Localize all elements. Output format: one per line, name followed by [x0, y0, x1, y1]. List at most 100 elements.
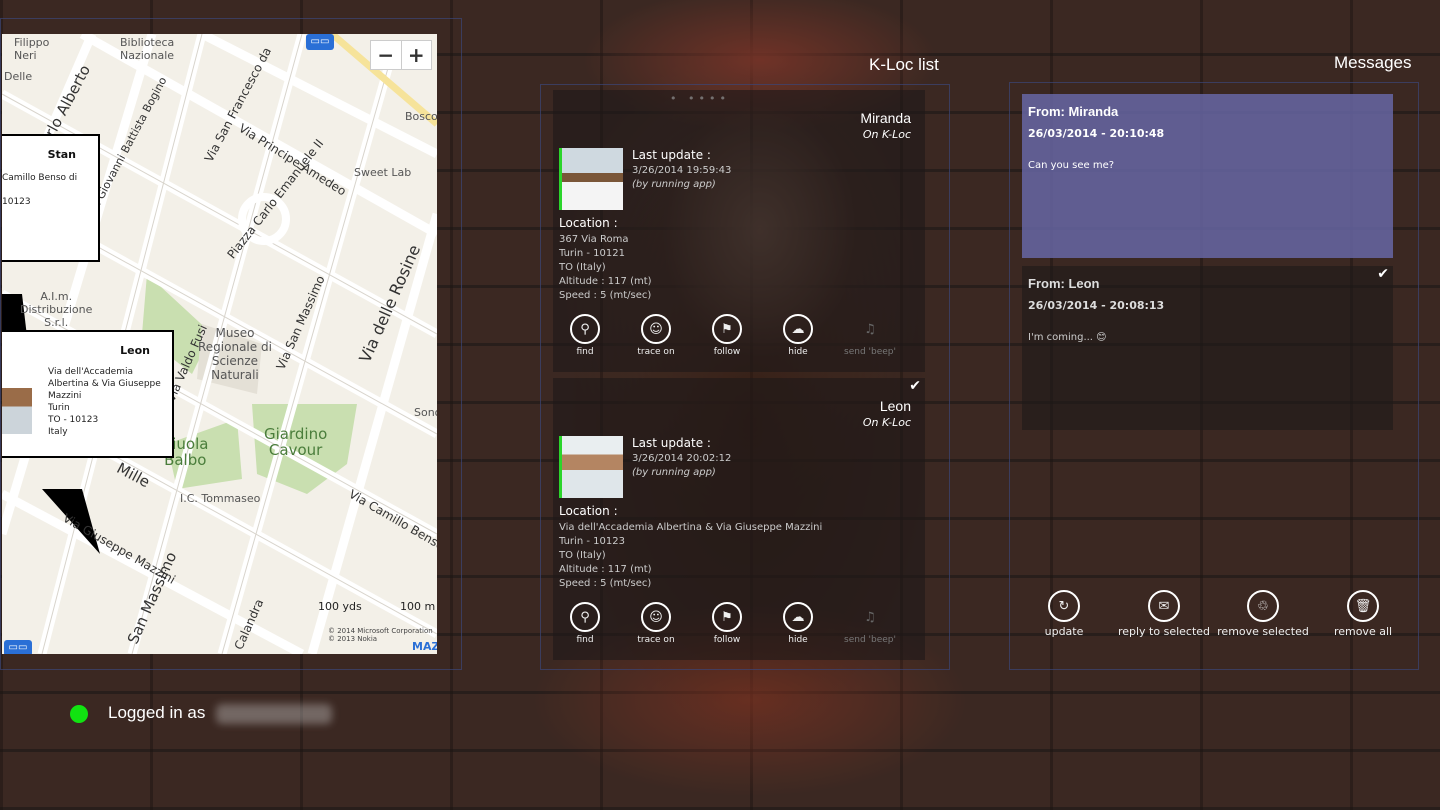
trace-on-label: trace on: [637, 347, 675, 357]
message-date: 26/03/2014 - 20:08:13: [1028, 299, 1165, 312]
follow-button[interactable]: ⚑ follow: [694, 314, 760, 357]
bus-stop-icon: ▭▭: [4, 640, 32, 654]
update-via: (by running app): [632, 467, 716, 478]
message-body: I'm coming... 😊: [1028, 332, 1107, 343]
location-line: Altitude : 117 (mt): [559, 564, 652, 575]
remove-selected-label: remove selected: [1217, 625, 1309, 638]
send-beep-button[interactable]: ♫ send 'beep': [837, 602, 903, 646]
trace-on-label: trace on: [637, 635, 675, 645]
username-redacted: [216, 704, 332, 724]
poi-label: Sono: [414, 406, 437, 419]
location-line: Turin - 10121: [559, 248, 625, 259]
location-line: Via dell'Accademia Albertina & Via Giuse…: [559, 522, 823, 533]
reply-label: reply to selected: [1117, 625, 1211, 638]
poi-label: Museo Regionale di Scienze Naturali: [198, 326, 272, 382]
find-button[interactable]: ⚲ find: [552, 314, 618, 357]
send-beep-label: send 'beep': [844, 347, 896, 357]
kloc-status: On K-Loc: [862, 128, 911, 141]
zoom-in-button[interactable]: +: [402, 41, 432, 69]
message-item[interactable]: ✔ From: Leon 26/03/2014 - 20:08:13 I'm c…: [1022, 266, 1393, 430]
location-label: Location :: [559, 504, 618, 518]
kloc-card-miranda[interactable]: Miranda On K-Loc Last update : 3/26/2014…: [553, 90, 925, 372]
zoom-controls: − +: [370, 40, 432, 70]
avatar: [559, 148, 623, 210]
find-label: find: [576, 635, 594, 645]
map-callout-stan[interactable]: Stan Camillo Benso di 10123: [2, 134, 100, 262]
remove-selected-button[interactable]: ♲ remove selected: [1215, 590, 1311, 638]
update-button[interactable]: ↻ update: [1016, 590, 1112, 638]
bell-icon: ♫: [864, 321, 876, 337]
zoom-out-button[interactable]: −: [371, 41, 402, 69]
bell-icon: ♫: [864, 609, 876, 625]
kloc-actions: ⚲ find ☺ trace on ⚑ follow ☁ hide ♫ send…: [553, 314, 925, 358]
poi-label: Delle: [4, 70, 33, 83]
bus-stop-icon: ▭▭: [306, 34, 334, 50]
callout-avatar: [2, 388, 32, 434]
message-date: 26/03/2014 - 20:10:48: [1028, 127, 1165, 140]
kloc-title: K-Loc list: [869, 55, 939, 74]
poi-label: Bosco: [405, 110, 437, 123]
message-body: Can you see me?: [1028, 160, 1115, 171]
message-actions: ↻ update ✉ reply to selected ♲ remove se…: [1010, 590, 1418, 646]
avatar: [559, 436, 623, 498]
location-line: Altitude : 117 (mt): [559, 276, 652, 287]
callout-address: Via dell'Accademia Albertina & Via Giuse…: [48, 367, 161, 437]
hide-label: hide: [788, 635, 808, 645]
poi-label: A.I.m. Distribuzione S.r.l.: [20, 290, 93, 329]
poi-label: Biblioteca Nazionale: [120, 36, 175, 62]
update-time: 3/26/2014 20:02:12: [632, 453, 732, 464]
find-button[interactable]: ⚲ find: [552, 602, 618, 645]
scale-yards: 100 yds: [318, 600, 362, 613]
map-view[interactable]: − + ▭▭ ▭▭ Filippo Neri Biblioteca Nazion…: [2, 34, 437, 654]
location-line: Turin - 10123: [559, 536, 625, 547]
location-line: TO (Italy): [559, 262, 606, 273]
hide-label: hide: [788, 347, 808, 357]
online-status-icon: [70, 705, 88, 723]
message-from: From: Miranda: [1028, 104, 1119, 119]
remove-all-label: remove all: [1333, 625, 1393, 638]
find-label: find: [576, 347, 594, 357]
hide-button[interactable]: ☁ hide: [765, 314, 831, 357]
update-via: (by running app): [632, 179, 716, 190]
send-beep-button[interactable]: ♫ send 'beep': [837, 314, 903, 358]
refresh-icon: ↻: [1048, 590, 1080, 622]
callout-address: Camillo Benso di 10123: [2, 173, 78, 207]
update-label: update: [1044, 625, 1084, 638]
trash-check-icon: ♲: [1247, 590, 1279, 622]
location-line: TO (Italy): [559, 550, 606, 561]
trace-on-button[interactable]: ☺ trace on: [623, 602, 689, 645]
location-label: Location :: [559, 216, 618, 230]
map-callout-leon[interactable]: Leon Via dell'Accademia Albertina & Via …: [2, 330, 174, 458]
running-icon: ⚑: [712, 314, 742, 344]
kloc-card-leon[interactable]: ✔ Leon On K-Loc Last update : 3/26/2014 …: [553, 378, 925, 660]
location-line: Speed : 5 (mt/sec): [559, 578, 652, 589]
send-beep-label: send 'beep': [844, 635, 896, 645]
reply-to-selected-button[interactable]: ✉ reply to selected: [1116, 590, 1212, 638]
poi-label: Sweet Lab: [354, 166, 412, 179]
poi-label: I.C. Tommaseo: [180, 492, 261, 505]
hide-icon: ☁: [783, 602, 813, 632]
hide-button[interactable]: ☁ hide: [765, 602, 831, 645]
trace-icon: ☺: [641, 602, 671, 632]
callout-name: Stan: [47, 148, 76, 161]
park-label: Giardino Cavour: [264, 425, 328, 459]
update-time: 3/26/2014 19:59:43: [632, 165, 732, 176]
follow-button[interactable]: ⚑ follow: [694, 602, 760, 645]
mail-reply-icon: ✉: [1148, 590, 1180, 622]
trash-icon: 🗑: [1347, 590, 1379, 622]
follow-label: follow: [713, 347, 741, 357]
follow-label: follow: [713, 635, 741, 645]
remove-all-button[interactable]: 🗑 remove all: [1315, 590, 1411, 638]
hide-icon: ☁: [783, 314, 813, 344]
trace-on-button[interactable]: ☺ trace on: [623, 314, 689, 357]
location-line: Speed : 5 (mt/sec): [559, 290, 652, 301]
login-status-text: Logged in as: [108, 703, 206, 722]
update-label: Last update :: [632, 148, 711, 162]
search-icon: ⚲: [570, 602, 600, 632]
callout-name: Leon: [120, 344, 150, 357]
kloc-name: Leon: [879, 398, 911, 414]
map-corner-label: MAZ: [412, 640, 437, 653]
message-item[interactable]: From: Miranda 26/03/2014 - 20:10:48 Can …: [1022, 94, 1393, 258]
selected-check-icon: ✔: [909, 378, 921, 394]
running-icon: ⚑: [712, 602, 742, 632]
